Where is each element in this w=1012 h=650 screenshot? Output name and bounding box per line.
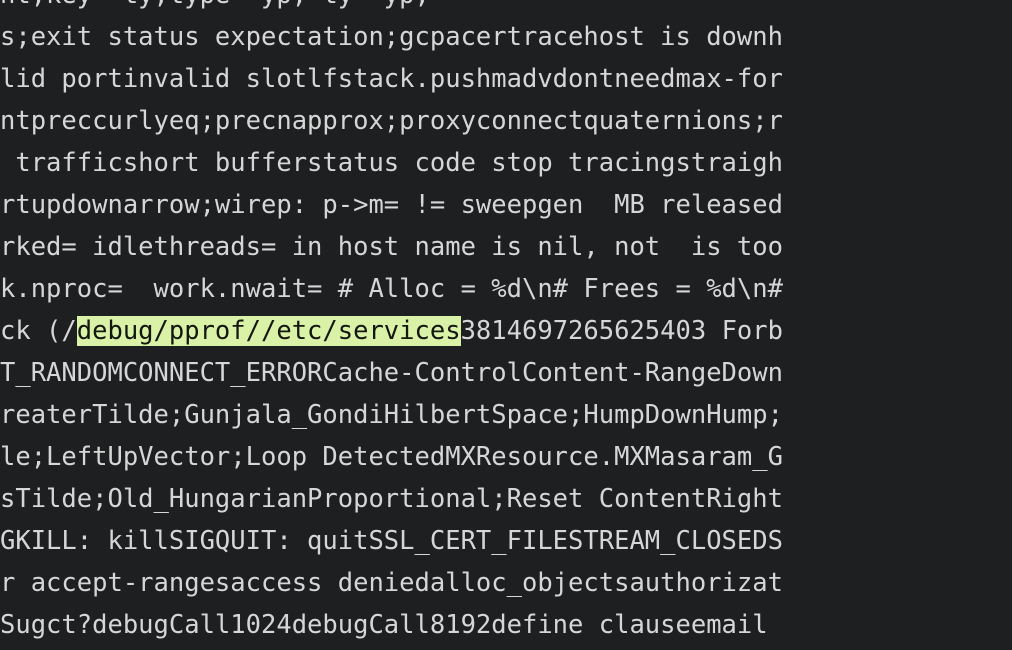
text-run: ck (/ (0, 316, 77, 346)
text-run: trafficshort bufferstatus code stop trac… (0, 148, 783, 178)
text-run: Sugct?debugCall1024debugCall8192define c… (0, 610, 768, 640)
text-line: GKILL: killSIGQUIT: quitSSL_CERT_FILESTR… (0, 520, 1012, 562)
text-run: rtupdownarrow;wirep: p->m= != sweepgen M… (0, 190, 783, 220)
text-line: reaterTilde;Gunjala_GondiHilbertSpace;Hu… (0, 394, 1012, 436)
text-line: le;LeftUpVector;Loop DetectedMXResource.… (0, 436, 1012, 478)
text-run: r accept-rangesaccess deniedalloc_object… (0, 568, 783, 598)
text-line: T_RANDOMCONNECT_ERRORCache-ControlConten… (0, 352, 1012, 394)
text-line: r accept-rangesaccess deniedalloc_object… (0, 562, 1012, 604)
text-run: k.nproc= work.nwait= # Alloc = %d\n# Fre… (0, 274, 783, 304)
text-run: reaterTilde;Gunjala_GondiHilbertSpace;Hu… (0, 400, 783, 430)
text-line: sTilde;Old_HungarianProportional;Reset C… (0, 478, 1012, 520)
text-run: rked= idlethreads= in host name is nil, … (0, 232, 783, 262)
text-run: sTilde;Old_HungarianProportional;Reset C… (0, 484, 783, 514)
text-line: rtupdownarrow;wirep: p->m= != sweepgen M… (0, 184, 1012, 226)
text-run: T_RANDOMCONNECT_ERRORCache-ControlConten… (0, 358, 783, 388)
text-run: nt;key= ty;type= yp; ty= yp; (0, 0, 445, 10)
text-run: GKILL: killSIGQUIT: quitSSL_CERT_FILESTR… (0, 526, 783, 556)
text-line: nt;key= ty;type= yp; ty= yp; (0, 0, 1012, 16)
text-run: le;LeftUpVector;Loop DetectedMXResource.… (0, 442, 783, 472)
text-line: on deflate-len= diff.2diff.3go: cannot g… (0, 646, 1012, 650)
text-run: ntpreccurlyeq;precnapprox;proxyconnectqu… (0, 106, 783, 136)
text-run: lid portinvalid slotlfstack.pushmadvdont… (0, 64, 783, 94)
text-line: rked= idlethreads= in host name is nil, … (0, 226, 1012, 268)
text-line: trafficshort bufferstatus code stop trac… (0, 142, 1012, 184)
text-line: lid portinvalid slotlfstack.pushmadvdont… (0, 58, 1012, 100)
text-line: Sugct?debugCall1024debugCall8192define c… (0, 604, 1012, 646)
text-line: ck (/debug/pprof//etc/services3814697265… (0, 310, 1012, 352)
text-run: s;exit status expectation;gcpacertraceho… (0, 22, 783, 52)
text-line: s;exit status expectation;gcpacertraceho… (0, 16, 1012, 58)
text-content-layer: nt;key= ty;type= yp; ty= yp; s;exit stat… (0, 0, 1012, 650)
text-run: 3814697265625403 Forb (460, 316, 783, 346)
terminal-text-viewer[interactable]: nt;key= ty;type= yp; ty= yp; s;exit stat… (0, 0, 1012, 650)
text-line: ntpreccurlyeq;precnapprox;proxyconnectqu… (0, 100, 1012, 142)
text-line: k.nproc= work.nwait= # Alloc = %d\n# Fre… (0, 268, 1012, 310)
search-match-highlight[interactable]: debug/pprof//etc/services (76, 316, 461, 346)
